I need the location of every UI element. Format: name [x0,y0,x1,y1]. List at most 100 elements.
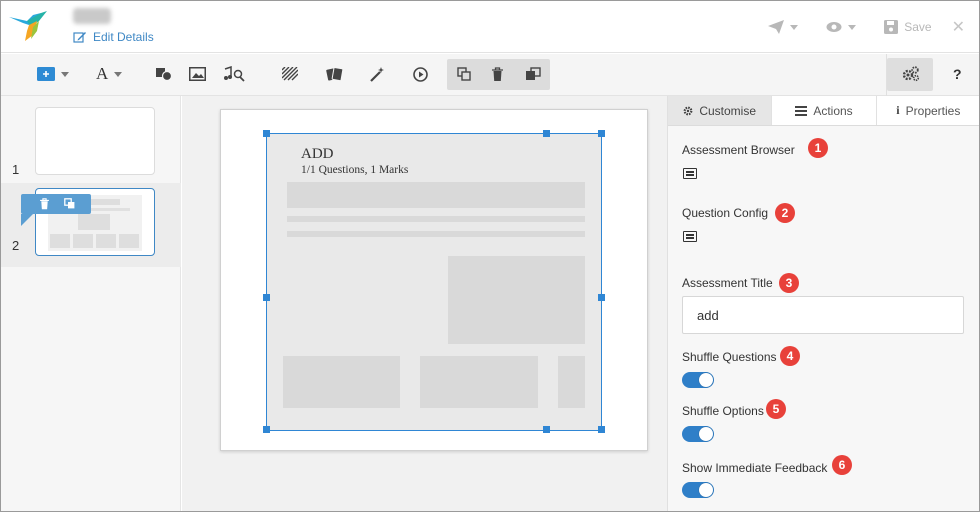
tab-properties[interactable]: i Properties [877,96,979,125]
resize-handle[interactable] [263,294,270,301]
add-slide-icon [37,67,55,81]
add-slide-button[interactable] [37,63,69,85]
tab-label: Properties [905,103,961,118]
bird-logo-icon[interactable] [7,9,53,43]
interactive-button[interactable] [326,63,344,85]
tab-label: Actions [813,103,853,118]
help-icon: ? [953,66,962,82]
text-tool-button[interactable]: A [96,63,123,85]
info-icon: i [896,103,900,117]
floppy-disk-icon [884,20,899,34]
trash-icon[interactable] [39,198,50,210]
project-title [73,8,111,24]
tab-customise[interactable]: Customise [668,96,773,125]
shuffle-questions-label: Shuffle Questions [682,350,777,364]
toggle-knob [699,373,713,387]
magic-wand-button[interactable] [369,63,385,85]
step-badge: 2 [775,203,795,223]
tab-label: Customise [699,103,756,118]
slides-panel: 1 2 [1,96,181,511]
assessment-title-input[interactable]: add [682,296,964,334]
resize-handle[interactable] [263,130,270,137]
paper-plane-icon [768,20,785,34]
properties-panel: Customise Actions i Properties Assessmen… [667,96,979,511]
help-button[interactable]: ? [953,63,962,85]
app-window: Edit Details Save ✕ A ? 1 2 ADD 1/1 Ques… [0,0,980,512]
shuffle-options-toggle[interactable] [682,426,714,442]
header: Edit Details Save ✕ [1,1,979,53]
play-icon [413,66,428,82]
canvas-area: ADD 1/1 Questions, 1 Marks [182,96,667,511]
step-badge: 3 [779,273,799,293]
question-config-icon[interactable] [683,231,697,242]
list-icon [795,105,808,116]
resize-handle[interactable] [543,426,550,433]
preview-button[interactable] [826,21,857,33]
slide-actions-flag [21,214,33,226]
step-badge: 6 [832,455,852,475]
duplicate-icon[interactable] [64,198,76,210]
pencil-square-icon [73,32,86,43]
step-badge: 1 [808,138,828,158]
image-icon [189,67,206,81]
slide-number: 2 [12,238,20,253]
shuffle-options-label: Shuffle Options [682,404,764,418]
trash-icon [492,66,503,81]
shapes-icon [156,68,172,81]
gears-icon [902,66,920,82]
play-button[interactable] [413,63,428,85]
publish-button[interactable] [768,20,799,34]
selection-border [266,133,602,431]
image-button[interactable] [189,63,206,85]
header-actions: Save ✕ [740,17,965,37]
resize-handle[interactable] [263,426,270,433]
resize-handle[interactable] [543,130,550,137]
pattern-button[interactable] [282,63,298,85]
eye-icon [826,22,842,32]
chevron-down-icon [790,24,799,30]
resize-handle[interactable] [598,294,605,301]
slide-page[interactable]: ADD 1/1 Questions, 1 Marks [220,109,648,451]
toggle-knob [699,483,713,497]
delete-button[interactable] [491,63,504,85]
question-config-label: Question Config [682,206,769,220]
assessment-browser-icon[interactable] [683,168,697,179]
audio-button[interactable] [223,63,245,85]
slide-thumbnail-1[interactable] [35,107,155,175]
arrange-icon [526,66,541,80]
immediate-feedback-toggle[interactable] [682,482,714,498]
save-label: Save [904,20,932,34]
gear-icon [683,106,693,115]
save-button[interactable]: Save [884,20,932,34]
shapes-button[interactable] [156,63,172,85]
slide-actions [21,194,91,214]
chevron-down-icon [61,71,69,77]
pattern-icon [282,67,298,81]
resize-handle[interactable] [598,426,605,433]
toggle-knob [699,427,713,441]
panel-tabs: Customise Actions i Properties [668,96,979,126]
interactive-icon [326,66,344,81]
chevron-down-icon [114,71,123,77]
edit-details-label: Edit Details [93,30,154,44]
shuffle-questions-toggle[interactable] [682,372,714,388]
arrange-button[interactable] [525,63,541,85]
slide-row-2: 2 [1,183,181,267]
step-badge: 5 [766,399,786,419]
close-icon[interactable]: ✕ [952,17,965,37]
copy-icon [457,66,471,81]
immediate-feedback-label: Show Immediate Feedback [682,461,828,475]
slide-number: 1 [12,162,20,177]
magic-wand-icon [370,67,384,82]
assessment-browser-label: Assessment Browser [682,143,795,157]
resize-handle[interactable] [598,130,605,137]
copy-button[interactable] [457,63,472,85]
audio-icon [224,66,245,82]
edit-details-link[interactable]: Edit Details [73,30,154,44]
chevron-down-icon [848,24,857,30]
settings-button-icon-wrap [902,63,920,85]
toolbar: A ? [1,54,979,96]
tab-actions[interactable]: Actions [772,96,877,125]
assessment-title-label: Assessment Title [682,276,773,290]
text-icon: A [96,64,109,83]
